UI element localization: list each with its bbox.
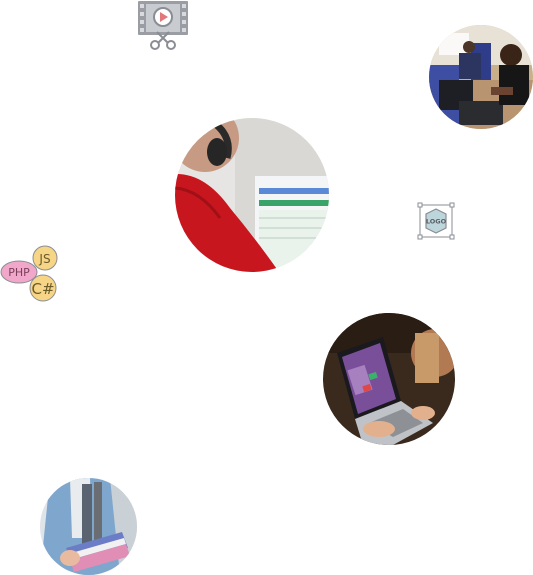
photo-person-headphones-monitor — [175, 118, 329, 272]
video-edit-icon — [137, 0, 189, 50]
php-badge-text: PHP — [8, 266, 30, 279]
code-languages-icon: JS C# PHP — [0, 245, 62, 303]
logo-design-icon: LOGO — [417, 202, 455, 240]
photo-laptop-purple-screen — [323, 313, 455, 445]
illustration-canvas: LOGO JS C# PHP — [0, 0, 533, 575]
js-badge-text: JS — [38, 252, 50, 266]
photo-woman-laptop-office — [429, 25, 533, 129]
logo-badge-text: LOGO — [426, 218, 447, 226]
photo-person-holding-books — [40, 478, 137, 575]
csharp-badge-text: C# — [31, 280, 54, 298]
